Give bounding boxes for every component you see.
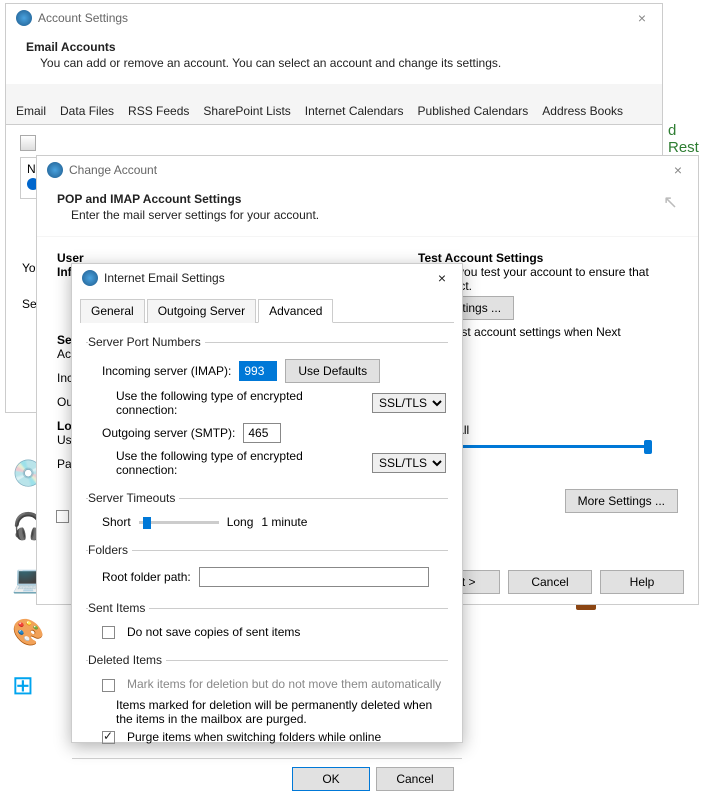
root-path-label: Root folder path:: [102, 570, 191, 584]
tab-outgoing-server[interactable]: Outgoing Server: [147, 299, 256, 323]
short-label: Short: [102, 515, 131, 529]
incoming-label: Incoming server (IMAP):: [102, 364, 231, 378]
incoming-enc-label: Use the following type of encrypted conn…: [116, 389, 364, 417]
internet-email-settings-dialog: Internet Email Settings × General Outgoi…: [71, 263, 463, 743]
sent-check-label: Do not save copies of sent items: [127, 625, 300, 639]
outgoing-port-input[interactable]: [243, 423, 281, 443]
purge-checkbox[interactable]: [102, 731, 115, 744]
window-title: Account Settings: [38, 11, 128, 25]
incoming-port-input[interactable]: [239, 361, 277, 381]
root-path-input[interactable]: [199, 567, 429, 587]
use-defaults-button[interactable]: Use Defaults: [285, 359, 380, 383]
more-settings-button[interactable]: More Settings ...: [565, 489, 678, 513]
sent-items-legend: Sent Items: [88, 601, 149, 615]
outgoing-enc-select[interactable]: SSL/TLS: [372, 453, 446, 473]
globe-icon: [47, 162, 63, 178]
tab-email[interactable]: Email: [16, 98, 46, 124]
deleted-items-legend: Deleted Items: [88, 653, 166, 667]
mark-delete-checkbox[interactable]: [102, 679, 115, 692]
new-icon: [20, 135, 36, 151]
port-numbers-legend: Server Port Numbers: [88, 335, 205, 349]
colors-icon[interactable]: 🎨: [12, 617, 44, 648]
email-accounts-desc: You can add or remove an account. You ca…: [26, 56, 642, 70]
cancel-button[interactable]: Cancel: [376, 767, 454, 791]
dialog-title: Internet Email Settings: [104, 271, 225, 285]
tab-advanced[interactable]: Advanced: [258, 299, 333, 323]
pop-imap-heading: POP and IMAP Account Settings: [57, 192, 319, 206]
close-icon[interactable]: ×: [632, 10, 652, 26]
tab-internet-cal[interactable]: Internet Calendars: [305, 98, 404, 124]
globe-icon: [16, 10, 32, 26]
sent-checkbox[interactable]: [102, 626, 115, 639]
account-tabs: Email Data Files RSS Feeds SharePoint Li…: [6, 98, 662, 125]
tab-general[interactable]: General: [80, 299, 145, 323]
windows-icon[interactable]: ⊞: [12, 670, 44, 701]
window-title: Change Account: [69, 163, 157, 177]
long-label: Long: [227, 515, 254, 529]
mark-delete-label: Mark items for deletion but do not move …: [127, 677, 441, 691]
slider-thumb[interactable]: [644, 440, 652, 454]
purge-label: Purge items when switching folders while…: [127, 730, 381, 744]
globe-icon: [82, 270, 98, 286]
incoming-enc-select[interactable]: SSL/TLS: [372, 393, 446, 413]
delete-note: Items marked for deletion will be perman…: [116, 698, 446, 726]
tab-sharepoint[interactable]: SharePoint Lists: [203, 98, 290, 124]
unknown-checkbox[interactable]: [56, 510, 69, 523]
outgoing-enc-label: Use the following type of encrypted conn…: [116, 449, 364, 477]
timeouts-legend: Server Timeouts: [88, 491, 179, 505]
timeout-value: 1 minute: [261, 515, 307, 529]
tab-published-cal[interactable]: Published Calendars: [418, 98, 529, 124]
pop-imap-desc: Enter the mail server settings for your …: [57, 208, 319, 222]
help-button[interactable]: Help: [600, 570, 684, 594]
folders-legend: Folders: [88, 543, 132, 557]
tab-data-files[interactable]: Data Files: [60, 98, 114, 124]
tab-rss[interactable]: RSS Feeds: [128, 98, 189, 124]
email-accounts-heading: Email Accounts: [26, 40, 642, 54]
timeout-slider[interactable]: [139, 521, 219, 524]
outgoing-label: Outgoing server (SMTP):: [102, 426, 235, 440]
tab-address-books[interactable]: Address Books: [542, 98, 623, 124]
cancel-button[interactable]: Cancel: [508, 570, 592, 594]
close-icon[interactable]: ×: [432, 270, 452, 286]
cursor-icon: ↖: [663, 192, 678, 222]
bg-restore-link[interactable]: d Rest: [668, 122, 703, 156]
close-icon[interactable]: ×: [668, 162, 688, 178]
ok-button[interactable]: OK: [292, 767, 370, 791]
